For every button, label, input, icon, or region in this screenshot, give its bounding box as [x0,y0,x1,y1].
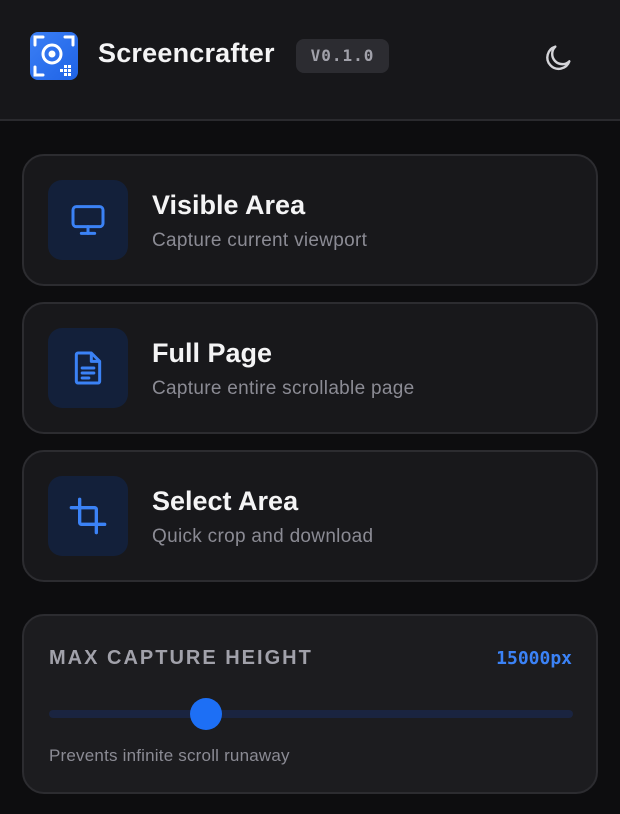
capture-select-area-button[interactable]: Select Area Quick crop and download [22,450,598,582]
capture-full-page-button[interactable]: Full Page Capture entire scrollable page [22,302,598,434]
max-capture-height-value: 15000px [496,648,572,669]
header: Screencrafter V0.1.0 [0,0,620,121]
card-title: Full Page [152,338,273,368]
moon-icon [546,45,571,71]
theme-toggle-button[interactable] [538,38,578,78]
slider-thumb[interactable] [190,698,223,730]
card-title: Select Area [152,486,299,516]
max-capture-height-label: MAX CAPTURE HEIGHT [49,647,313,669]
card-subtitle: Capture current viewport [152,230,368,251]
screencrafter-logo-icon [30,32,78,80]
version-badge: V0.1.0 [296,39,389,73]
max-capture-height-panel: MAX CAPTURE HEIGHT 15000px Prevents infi… [22,614,598,794]
max-capture-height-hint: Prevents infinite scroll runaway [49,746,290,765]
document-icon [48,328,128,408]
capture-visible-area-button[interactable]: Visible Area Capture current viewport [22,154,598,286]
max-capture-height-slider[interactable] [49,698,573,730]
card-subtitle: Quick crop and download [152,526,374,547]
monitor-icon [48,180,128,260]
app-title: Screencrafter [98,38,275,68]
card-subtitle: Capture entire scrollable page [152,378,415,399]
card-title: Visible Area [152,190,306,220]
crop-icon [48,476,128,556]
